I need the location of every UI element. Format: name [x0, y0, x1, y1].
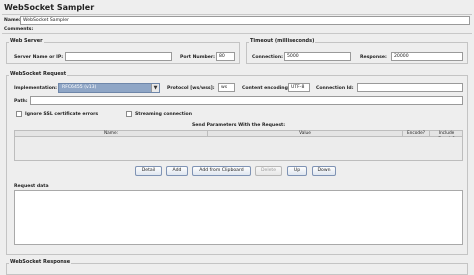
response-timeout-value: 20000 [394, 54, 409, 59]
connection-timeout-label: Connection: [252, 55, 283, 60]
add-from-clipboard-button[interactable]: Add from Clipboard [192, 166, 251, 176]
up-button[interactable]: Up [287, 166, 307, 176]
websocket-request-title: WebSocket Request [9, 71, 68, 77]
implementation-value: RFC6455 (v13) [62, 85, 97, 90]
connection-timeout-value: 5000 [287, 54, 299, 59]
server-name-input[interactable] [65, 52, 172, 61]
down-button[interactable]: Down [312, 166, 336, 176]
websocket-response-group [6, 263, 468, 275]
port-number-input[interactable]: 80 [216, 52, 235, 61]
port-number-label: Port Number: [180, 55, 215, 60]
content-encoding-input[interactable]: UTF-8 [288, 83, 310, 92]
name-field[interactable]: WebSocket Sampler [20, 16, 470, 25]
path-label: Path: [14, 99, 28, 104]
server-name-label: Server Name or IP: [14, 55, 64, 60]
path-input[interactable] [30, 96, 463, 105]
request-data-textarea[interactable] [14, 190, 463, 245]
connection-id-label: Connection Id: [316, 86, 354, 91]
add-button[interactable]: Add [166, 166, 188, 176]
comments-divider [2, 33, 472, 34]
delete-button[interactable]: Delete [255, 166, 282, 176]
content-encoding-value: UTF-8 [291, 85, 305, 90]
protocol-label: Protocol [ws/wss]: [167, 86, 215, 91]
timeout-title: Timeout (milliseconds) [249, 38, 316, 44]
protocol-value: ws [221, 85, 228, 90]
content-encoding-label: Content encoding: [242, 86, 290, 91]
page-title: WebSocket Sampler [4, 3, 95, 12]
protocol-input[interactable]: ws [218, 83, 235, 92]
chevron-down-icon[interactable]: ▼ [151, 84, 159, 92]
web-server-title: Web Server [9, 38, 44, 44]
streaming-label: Streaming connection [135, 112, 192, 117]
response-timeout-input[interactable]: 20000 [391, 52, 463, 61]
comments-label: Comments: [4, 27, 34, 32]
streaming-checkbox[interactable] [126, 111, 132, 117]
connection-timeout-input[interactable]: 5000 [284, 52, 351, 61]
implementation-label: Implementation: [14, 86, 57, 91]
websocket-response-title: WebSocket Response [9, 259, 72, 265]
name-field-value: WebSocket Sampler [23, 18, 69, 23]
params-table-body[interactable] [14, 137, 463, 161]
request-data-label: Request data [14, 184, 49, 189]
params-caption: Send Parameters With the Request: [192, 123, 286, 128]
ignore-ssl-checkbox[interactable] [16, 111, 22, 117]
response-timeout-label: Response: [360, 55, 387, 60]
port-number-value: 80 [219, 54, 225, 59]
connection-id-input[interactable] [357, 83, 463, 92]
name-label: Name: [4, 18, 21, 23]
implementation-select[interactable]: RFC6455 (v13) ▼ [58, 83, 160, 93]
detail-button[interactable]: Detail [135, 166, 162, 176]
params-table-header: Name: Value Encode? Include Equals? [14, 130, 463, 142]
ignore-ssl-label: Ignore SSL certificate errors [25, 112, 99, 117]
title-divider [2, 14, 472, 15]
